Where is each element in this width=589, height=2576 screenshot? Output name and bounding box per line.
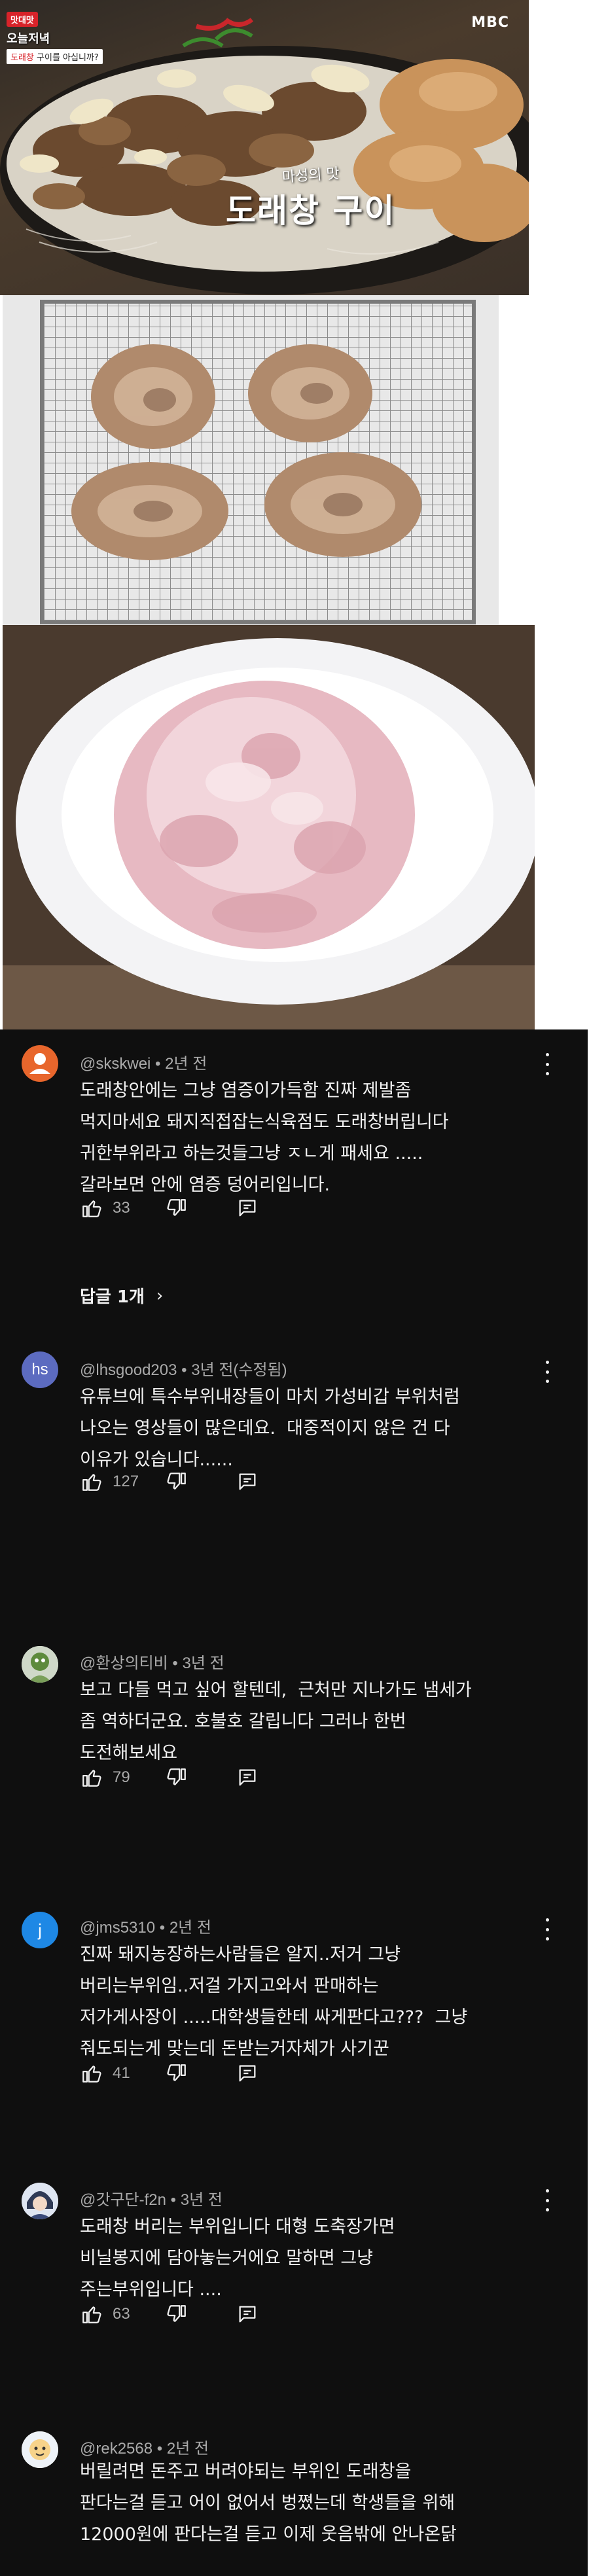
person-icon bbox=[29, 1053, 50, 1074]
grilled-dorechang-tv-capture: 맛대맛 오늘저녁 도래창 구이를 아십니까? MBC 마성의 맛 도래창 구이 bbox=[0, 0, 529, 295]
plate-illustration bbox=[3, 625, 535, 1029]
reply-icon[interactable] bbox=[236, 2302, 259, 2326]
comment-author[interactable]: @lhsgood203 bbox=[80, 1361, 177, 1379]
like-count: 79 bbox=[113, 1768, 130, 1786]
dislike-icon[interactable] bbox=[165, 1196, 188, 1220]
comment-text: 유튜브에 특수부위내장들이 마치 가성비갑 부위처럼 나오는 영상들이 많은데요… bbox=[80, 1387, 460, 1470]
comment-time: 3년 전(수정됨) bbox=[191, 1361, 287, 1379]
comment-time: 2년 전 bbox=[166, 2440, 209, 2458]
comment-meta: @갓구단-f2n • 3년 전 bbox=[80, 2191, 223, 2209]
reply-icon[interactable] bbox=[236, 2062, 259, 2085]
like-count: 63 bbox=[113, 2305, 130, 2323]
comment-author[interactable]: @rek2568 bbox=[80, 2440, 152, 2458]
raw-dorechang-plate-photo bbox=[3, 625, 535, 1029]
like-icon[interactable] bbox=[80, 2062, 103, 2085]
dislike-icon[interactable] bbox=[165, 1766, 188, 1789]
comment-author[interactable]: @skskwei bbox=[80, 1055, 151, 1073]
more-actions-icon[interactable] bbox=[543, 2189, 551, 2211]
like-icon[interactable] bbox=[80, 1470, 103, 1494]
more-actions-icon[interactable] bbox=[543, 1053, 551, 1075]
comment-time: 2년 전 bbox=[165, 1055, 207, 1073]
comment-meta: @jms5310 • 2년 전 bbox=[80, 1919, 212, 1937]
comment-author[interactable]: @갓구단-f2n bbox=[80, 2191, 166, 2209]
comment-time: 3년 전 bbox=[182, 1655, 224, 1672]
user-avatar[interactable]: hs bbox=[22, 1351, 58, 1388]
grill-rack-photo bbox=[3, 295, 499, 625]
dislike-icon[interactable] bbox=[165, 1470, 188, 1494]
cartoon-avatar-icon bbox=[22, 2431, 58, 2468]
comments-panel: @skskwei • 2년 전 도래창안에는 그냥 염증이가득함 진짜 제발좀 … bbox=[0, 1029, 588, 2576]
reply-icon[interactable] bbox=[236, 1470, 259, 1494]
comment-actions: 79 bbox=[80, 1764, 259, 1791]
chevron-right-icon: › bbox=[156, 1285, 164, 1306]
more-actions-icon[interactable] bbox=[543, 1361, 551, 1383]
more-actions-icon[interactable] bbox=[543, 1918, 551, 1941]
caption-big: 도래창 구이 bbox=[226, 191, 396, 230]
dish-caption: 마성의 맛 도래창 구이 bbox=[226, 164, 395, 232]
comment-actions: 33 bbox=[80, 1195, 259, 1221]
broadcaster-logo: MBC bbox=[471, 14, 509, 31]
comment-meta: @환상의티비 • 3년 전 bbox=[80, 1655, 224, 1672]
character-icon bbox=[22, 1646, 58, 1683]
comment-text: 진짜 돼지농장하는사람들은 알지..저거 그냥 버리는부위임..저걸 가지고와서… bbox=[80, 1944, 468, 2059]
dislike-icon[interactable] bbox=[165, 2062, 188, 2085]
replies-count-label: 답글 1개 bbox=[80, 1287, 145, 1307]
like-count: 127 bbox=[113, 1473, 139, 1490]
comment-actions: 63 bbox=[80, 2301, 259, 2327]
reply-icon[interactable] bbox=[236, 1766, 259, 1789]
cartoon-avatar-icon[interactable] bbox=[22, 2431, 58, 2468]
episode-subtitle: 도래창 구이를 아십니까? bbox=[7, 49, 103, 64]
comment-actions: 41 bbox=[80, 2060, 259, 2086]
character-icon[interactable] bbox=[22, 1646, 58, 1683]
person-icon[interactable] bbox=[22, 1045, 58, 1082]
dislike-icon[interactable] bbox=[165, 2302, 188, 2326]
comments-section: @skskwei • 2년 전 도래창안에는 그냥 염증이가득함 진짜 제발좀 … bbox=[0, 1029, 589, 2576]
comment-actions: 127 bbox=[80, 1469, 259, 1495]
comment-text: 보고 다들 먹고 싶어 할텐데, 근처만 지나가도 냄세가 좀 역하더군요. 호… bbox=[80, 1680, 472, 1763]
view-replies-link[interactable]: 답글 1개 › bbox=[80, 1283, 163, 1308]
comment-meta: @lhsgood203 • 3년 전(수정됨) bbox=[80, 1361, 287, 1379]
like-count: 41 bbox=[113, 2064, 130, 2082]
anime-avatar-icon[interactable] bbox=[22, 2183, 58, 2219]
comment-meta: @rek2568 • 2년 전 bbox=[80, 2440, 209, 2458]
brand-tag: 맛대맛 bbox=[7, 12, 38, 27]
subtitle-highlight: 도래창 bbox=[10, 53, 34, 63]
comment-text: 도래창안에는 그냥 염증이가득함 진짜 제발좀 먹지마세요 돼지직접잡는식육점도… bbox=[80, 1081, 449, 1195]
like-icon[interactable] bbox=[80, 1196, 103, 1220]
like-count: 33 bbox=[113, 1199, 130, 1217]
show-title-overlay: 맛대맛 오늘저녁 도래창 구이를 아십니까? bbox=[7, 12, 103, 64]
anime-avatar-icon bbox=[22, 2183, 58, 2219]
comment-time: 3년 전 bbox=[180, 2191, 223, 2209]
reply-icon[interactable] bbox=[236, 1196, 259, 1220]
comment-meta: @skskwei • 2년 전 bbox=[80, 1055, 207, 1073]
show-name: 오늘저녁 bbox=[7, 32, 50, 46]
comment-time: 2년 전 bbox=[169, 1919, 212, 1937]
like-icon[interactable] bbox=[80, 2302, 103, 2326]
like-icon[interactable] bbox=[80, 1766, 103, 1789]
comment-author[interactable]: @환상의티비 bbox=[80, 1655, 168, 1672]
comment-text: 도래창 버리는 부위입니다 대형 도축장가면 비닐봉지에 담아놓는거에요 말하면… bbox=[80, 2217, 395, 2300]
comment-author[interactable]: @jms5310 bbox=[80, 1919, 155, 1937]
subtitle-rest: 구이를 아십니까? bbox=[33, 53, 99, 63]
comment-text: 버릴려면 돈주고 버려야되는 부위인 도래창을 판다는걸 듣고 어이 없어서 벙… bbox=[80, 2461, 457, 2545]
user-avatar[interactable]: j bbox=[22, 1912, 58, 1948]
grill-rack-illustration bbox=[3, 295, 499, 625]
